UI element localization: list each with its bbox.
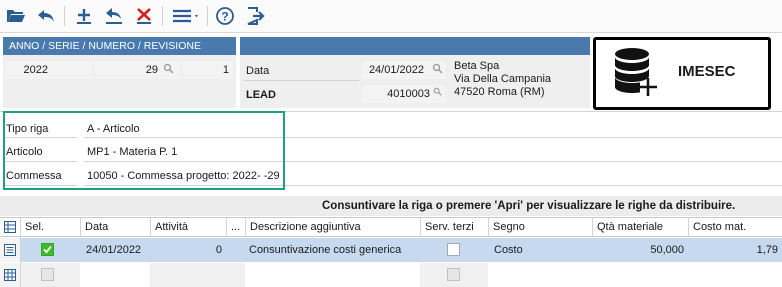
row-icon[interactable] (4, 244, 16, 256)
cell-data[interactable]: 24/01/2022 (82, 238, 150, 262)
col-more[interactable]: ... (226, 218, 245, 237)
search-icon[interactable] (163, 63, 174, 77)
col-costo-mat[interactable]: Costo mat. (688, 218, 782, 237)
customer-name: Beta Spa (454, 60, 500, 72)
database-add-icon (615, 48, 657, 96)
search-icon[interactable] (433, 87, 442, 99)
serv-terzi-checkbox[interactable] (447, 243, 460, 256)
section-title-right (240, 37, 590, 55)
data-label: Data (246, 65, 270, 77)
table-icon[interactable] (4, 221, 16, 233)
toolbar-separator (64, 6, 65, 26)
menu-icon[interactable] (170, 4, 202, 28)
toolbar-separator (207, 6, 208, 26)
col-descrizione[interactable]: Descrizione aggiuntiva (245, 218, 420, 237)
delete-icon[interactable] (132, 4, 156, 28)
col-attivita[interactable]: Attività (150, 218, 226, 237)
open-folder-icon[interactable] (4, 4, 28, 28)
table-row-new[interactable] (0, 263, 782, 287)
lead-label: LEAD (246, 89, 276, 101)
logo-text: IMESEC (678, 63, 736, 80)
cell-descrizione[interactable]: Consuntivazione costi generica (245, 238, 420, 262)
anno-field[interactable]: 2022 (5, 61, 92, 79)
col-data[interactable]: Data (80, 218, 150, 237)
col-sel[interactable]: Sel. (20, 218, 80, 237)
cell-qta-materiale[interactable]: 50,000 (592, 238, 688, 262)
revert-icon[interactable] (102, 4, 126, 28)
add-icon[interactable] (72, 4, 96, 28)
cell-costo-mat[interactable]: 1,79 (688, 238, 782, 262)
calendar-icon[interactable] (432, 63, 443, 77)
grid-header: Sel. Data Attività ... Descrizione aggiu… (0, 217, 782, 237)
help-icon[interactable]: ? (213, 4, 237, 28)
message-text: Consuntivare la riga o premere 'Apri' pe… (322, 200, 736, 212)
undo-icon[interactable] (34, 4, 58, 28)
logo-box: IMESEC (593, 37, 771, 110)
select-checkbox[interactable] (41, 243, 54, 256)
toolbar-separator (162, 6, 163, 26)
customer-city: 47520 Roma (RM) (454, 86, 545, 98)
customer-address: Via Della Campania (454, 73, 552, 85)
highlight-frame (3, 111, 285, 190)
toolbar: ? (0, 0, 782, 33)
col-qta-materiale[interactable]: Qtà materiale (592, 218, 688, 237)
col-segno[interactable]: Segno (488, 218, 592, 237)
revisione-field[interactable]: 1 (183, 61, 233, 79)
new-row-icon[interactable] (4, 269, 16, 281)
section-title: ANNO / SERIE / NUMERO / REVISIONE (3, 37, 236, 55)
exit-icon[interactable] (244, 4, 268, 28)
serv-terzi-checkbox[interactable] (447, 268, 460, 281)
cell-attivita[interactable]: 0 (150, 238, 226, 262)
col-serv-terzi[interactable]: Serv. terzi (420, 218, 488, 237)
divider (244, 80, 359, 81)
message-bar: Consuntivare la riga o premere 'Apri' pe… (0, 196, 782, 216)
table-row[interactable]: 24/01/2022 0 Consuntivazione costi gener… (0, 238, 782, 262)
select-checkbox[interactable] (41, 268, 54, 281)
cell-segno[interactable]: Costo (490, 238, 590, 262)
svg-text:?: ? (221, 10, 228, 24)
